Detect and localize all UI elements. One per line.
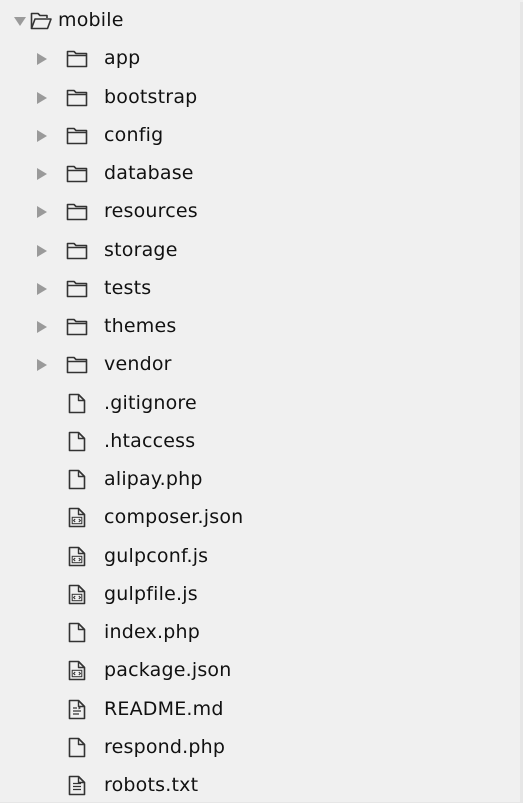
code-file-icon <box>68 507 86 528</box>
file-label: .htaccess <box>104 429 196 452</box>
file-icon <box>68 737 86 758</box>
tree-folder-app[interactable]: app <box>0 40 520 78</box>
file-label: gulpfile.js <box>104 582 198 605</box>
file-label: composer.json <box>104 506 244 529</box>
folder-icon <box>66 242 88 259</box>
file-icon <box>68 431 86 452</box>
file-icon <box>68 469 86 490</box>
tree-folder-database[interactable]: database <box>0 155 520 193</box>
folder-icon <box>66 318 88 336</box>
folder-label: resources <box>104 200 198 223</box>
folder-label: database <box>104 162 194 184</box>
tree-folder-tests[interactable]: tests <box>0 270 520 308</box>
tree-file-gitignore[interactable]: .gitignore <box>0 385 520 423</box>
code-file-icon <box>68 584 86 605</box>
code-file-icon <box>68 546 86 566</box>
tree-file-index-php[interactable]: index.php <box>0 614 520 652</box>
file-icon <box>68 622 86 643</box>
chevron-right-icon[interactable] <box>37 91 47 104</box>
folder-icon <box>66 127 88 145</box>
tree-root-mobile[interactable]: mobile <box>0 2 520 40</box>
file-label: gulpconf.js <box>104 544 209 567</box>
tree-file-gulpconf-js[interactable]: gulpconf.js <box>0 538 520 576</box>
tree-folder-storage[interactable]: storage <box>0 232 520 270</box>
folder-label: tests <box>104 276 152 299</box>
tree-file-respond-php[interactable]: respond.php <box>0 729 520 767</box>
folder-label: themes <box>104 315 177 337</box>
file-label: index.php <box>104 621 200 643</box>
tree-root-label: mobile <box>58 9 124 31</box>
file-label: package.json <box>104 659 232 682</box>
folder-icon <box>66 280 88 298</box>
code-file-icon <box>68 660 86 681</box>
folder-icon <box>66 165 88 183</box>
file-label: robots.txt <box>104 774 199 796</box>
file-tree: mobile app bootstrap config database resourc… <box>0 2 520 803</box>
chevron-right-icon[interactable] <box>37 282 47 295</box>
chevron-right-icon[interactable] <box>37 168 47 180</box>
folder-icon <box>66 89 88 106</box>
tree-file-readme-md[interactable]: README.md <box>0 691 520 729</box>
folder-label: app <box>104 47 141 70</box>
tree-folder-resources[interactable]: resources <box>0 193 520 231</box>
tree-file-package-json[interactable]: package.json <box>0 652 520 690</box>
tree-file-htaccess[interactable]: .htaccess <box>0 423 520 461</box>
folder-label: config <box>104 123 164 146</box>
chevron-right-icon[interactable] <box>37 129 47 142</box>
folder-icon <box>66 203 88 221</box>
chevron-right-icon[interactable] <box>37 206 47 219</box>
folder-icon <box>66 50 88 68</box>
file-label: respond.php <box>104 735 226 758</box>
file-label: .gitignore <box>104 391 197 414</box>
tree-folder-bootstrap[interactable]: bootstrap <box>0 79 520 117</box>
markdown-file-icon <box>68 699 86 719</box>
file-icon <box>68 393 86 413</box>
folder-label: bootstrap <box>104 85 198 108</box>
file-label: alipay.php <box>104 468 203 490</box>
tree-file-robots-txt[interactable]: robots.txt <box>0 767 520 803</box>
chevron-right-icon[interactable] <box>37 359 47 372</box>
file-label: README.md <box>104 697 224 720</box>
chevron-down-icon[interactable] <box>14 17 26 26</box>
chevron-right-icon[interactable] <box>37 53 47 66</box>
chevron-right-icon[interactable] <box>37 321 47 333</box>
folder-icon <box>66 356 88 374</box>
text-file-icon <box>68 775 86 796</box>
tree-file-gulpfile-js[interactable]: gulpfile.js <box>0 576 520 614</box>
chevron-right-icon[interactable] <box>37 244 47 257</box>
tree-file-alipay-php[interactable]: alipay.php <box>0 461 520 499</box>
folder-open-icon <box>30 12 52 30</box>
folder-label: vendor <box>104 353 172 376</box>
tree-folder-vendor[interactable]: vendor <box>0 346 520 384</box>
tree-folder-themes[interactable]: themes <box>0 308 520 346</box>
folder-label: storage <box>104 238 178 261</box>
tree-file-composer-json[interactable]: composer.json <box>0 499 520 537</box>
tree-folder-config[interactable]: config <box>0 117 520 155</box>
file-tree-panel: mobile app bootstrap config database resourc… <box>0 2 523 803</box>
